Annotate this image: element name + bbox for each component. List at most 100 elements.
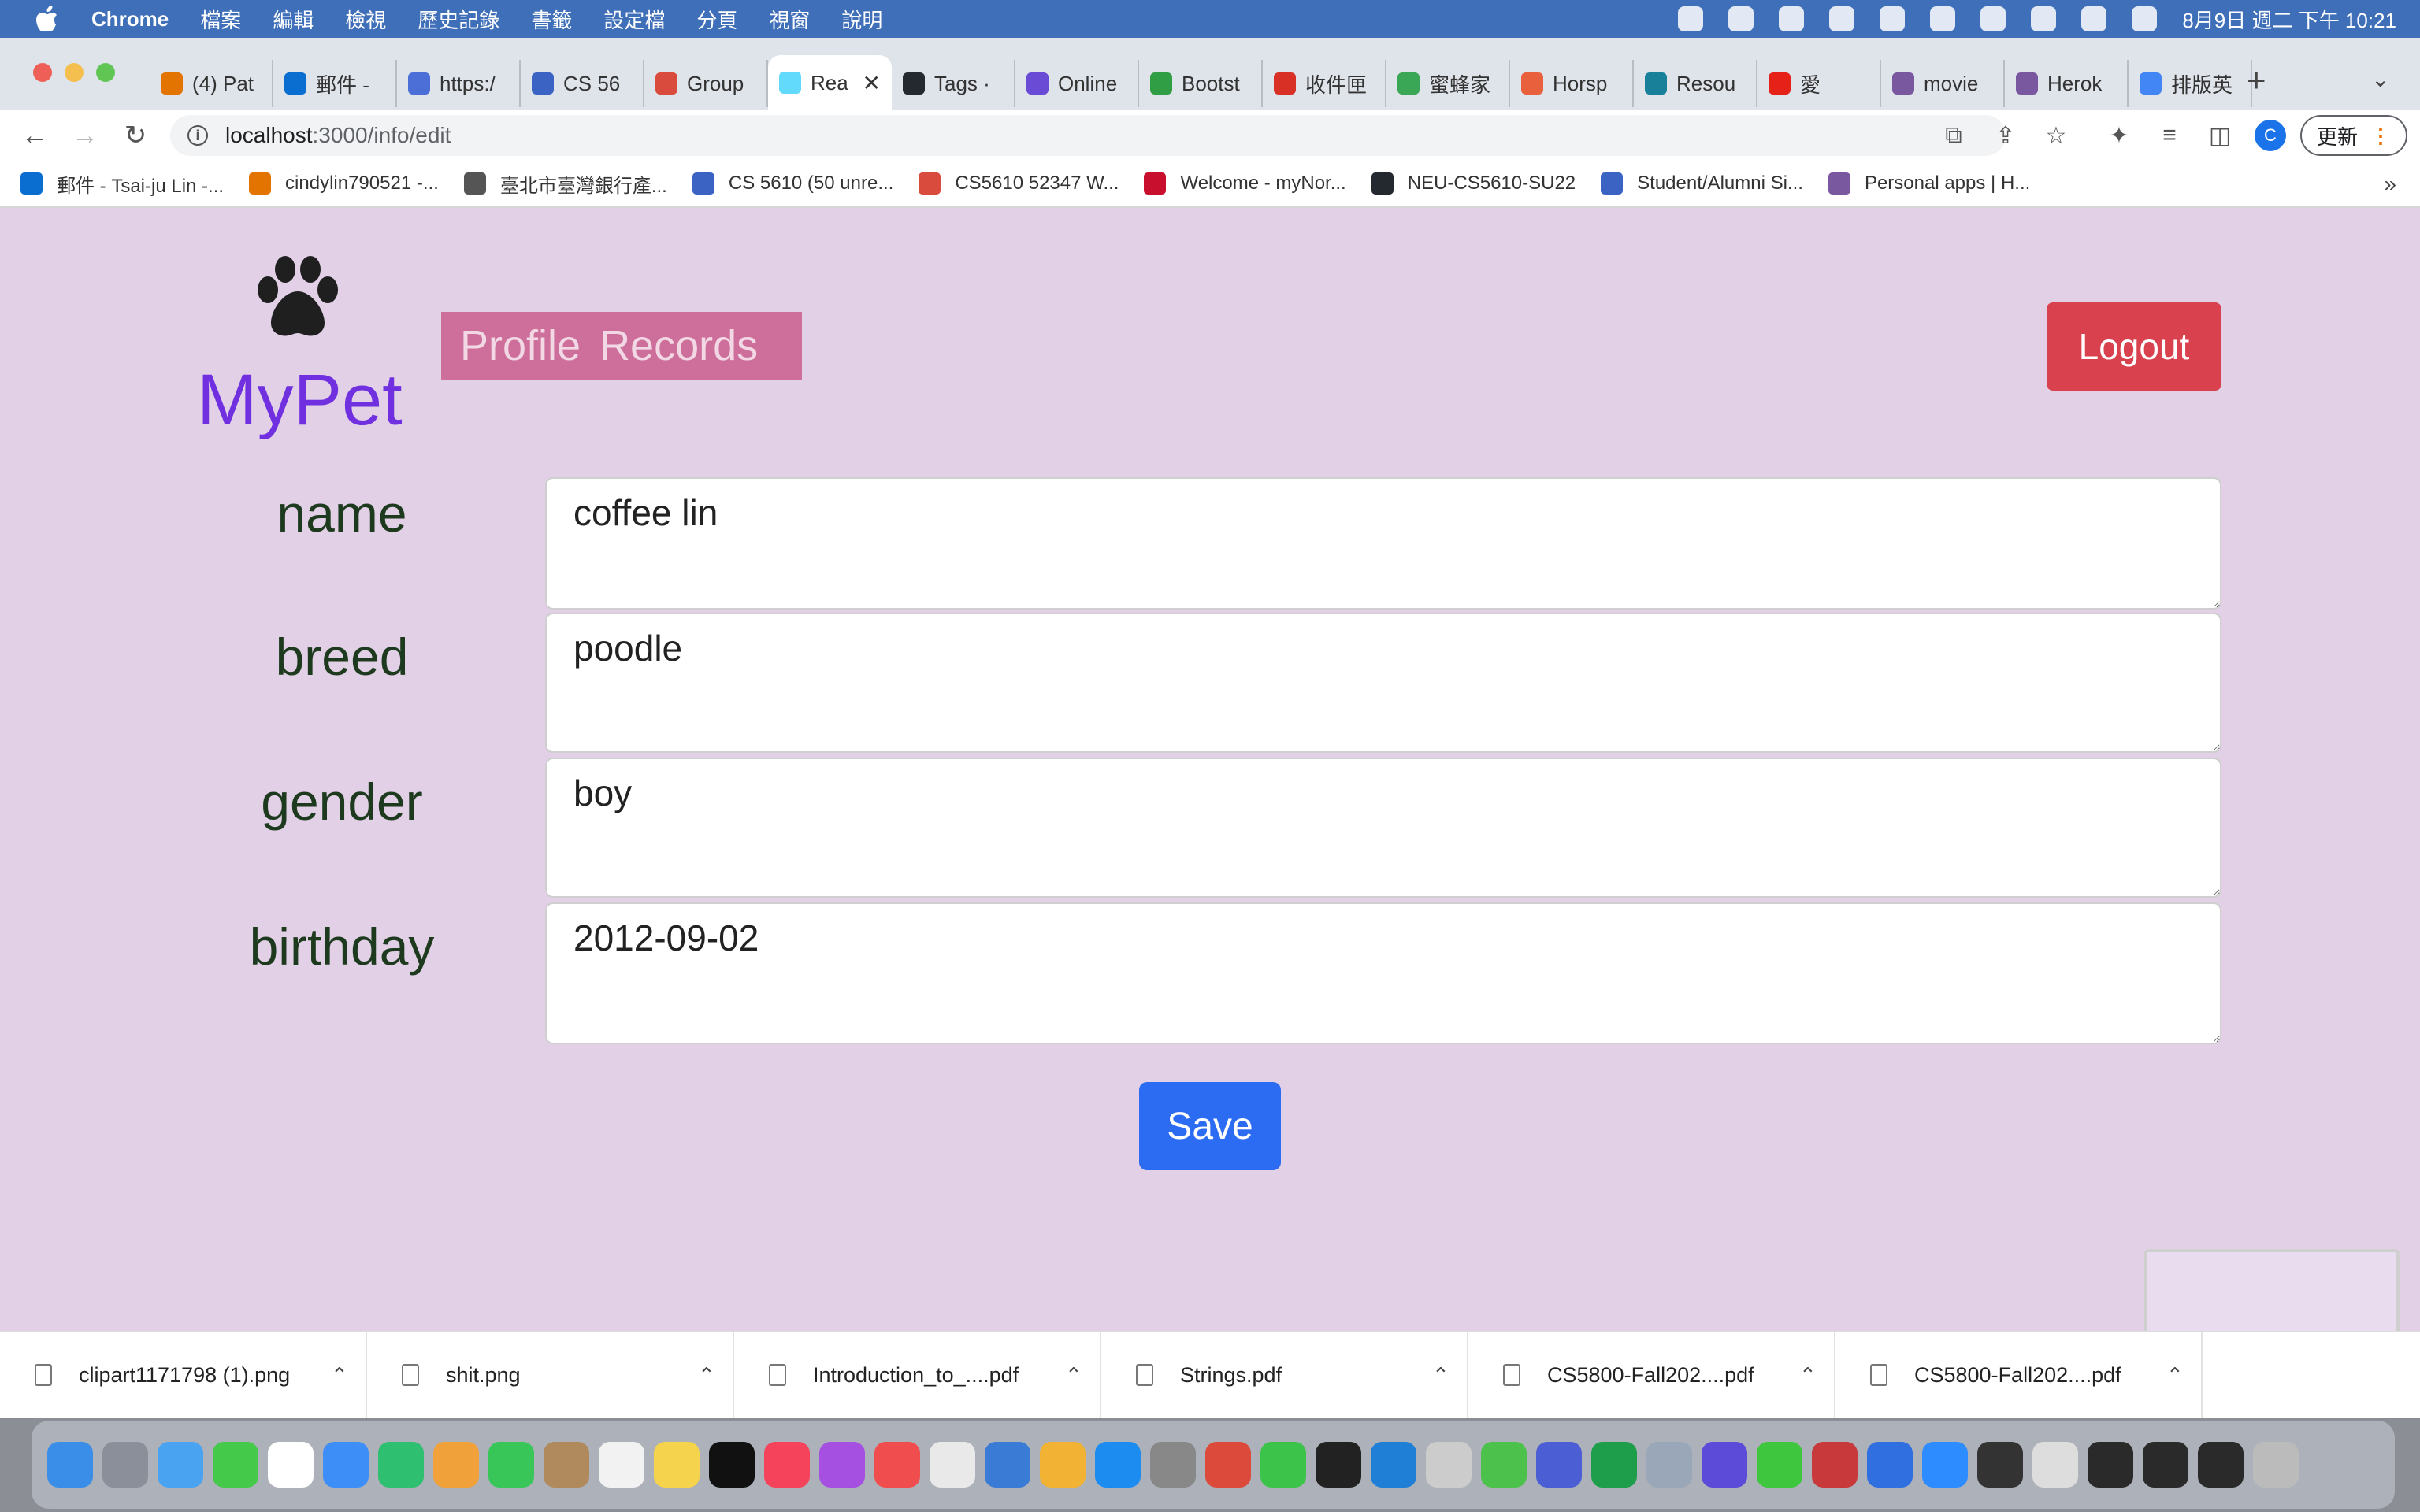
menu-view[interactable]: 檢視 <box>345 5 386 34</box>
browser-tab[interactable]: Group <box>644 60 768 107</box>
menu-file[interactable]: 檔案 <box>200 5 241 34</box>
dock-app-icon[interactable] <box>1922 1442 1968 1488</box>
profile-avatar[interactable]: C <box>2255 120 2286 151</box>
dock-app-icon[interactable] <box>1481 1442 1527 1488</box>
line-status-icon[interactable] <box>1728 6 1754 32</box>
bookmark-item[interactable]: CS 5610 (50 unre... <box>692 172 893 195</box>
wechat-status-icon[interactable] <box>1779 6 1805 32</box>
site-info-icon[interactable]: i <box>187 125 208 146</box>
dock-app-icon[interactable] <box>2088 1442 2133 1488</box>
menu-bookmarks[interactable]: 書籤 <box>531 5 572 34</box>
dock-app-icon[interactable] <box>2143 1442 2188 1488</box>
menu-tab[interactable]: 分頁 <box>696 5 737 34</box>
browser-tab[interactable]: 愛 <box>1757 60 1881 107</box>
translate-icon[interactable]: ⧉ <box>1939 121 1968 150</box>
dock-app-icon[interactable] <box>378 1442 424 1488</box>
dock-app-icon[interactable] <box>2198 1442 2244 1488</box>
dock-app-icon[interactable] <box>599 1442 644 1488</box>
apple-menu-icon[interactable] <box>32 3 63 35</box>
extensions-puzzle-icon[interactable]: ✦ <box>2105 121 2133 150</box>
nav-records-link[interactable]: Records <box>599 321 758 370</box>
wifi-icon[interactable] <box>1980 6 2006 32</box>
download-item[interactable]: Strings.pdf ⌃ <box>1101 1332 1468 1418</box>
dock-app-icon[interactable] <box>1316 1442 1361 1488</box>
dock-app-icon[interactable] <box>1757 1442 1802 1488</box>
bookmark-item[interactable]: CS5610 52347 W... <box>919 172 1119 195</box>
dock-app-icon[interactable] <box>930 1442 975 1488</box>
nav-profile-link[interactable]: Profile <box>460 321 581 370</box>
share-icon[interactable]: ⇪ <box>1991 121 2020 150</box>
dock-app-icon[interactable] <box>764 1442 810 1488</box>
spotlight-search-icon[interactable] <box>2031 6 2057 32</box>
breed-field[interactable] <box>545 613 2221 753</box>
save-button[interactable]: Save <box>1139 1082 1281 1170</box>
dock-app-icon[interactable] <box>1646 1442 1692 1488</box>
browser-tab[interactable]: Resou <box>1634 60 1757 107</box>
dock-app-icon[interactable] <box>819 1442 865 1488</box>
forward-arrow-icon[interactable]: → <box>68 118 102 153</box>
bookmark-item[interactable]: 臺北市臺灣銀行產... <box>463 170 667 198</box>
browser-tab[interactable]: CS 56 <box>521 60 644 107</box>
dock-app-icon[interactable] <box>102 1442 148 1488</box>
menu-history[interactable]: 歷史記錄 <box>418 5 499 34</box>
dock-app-icon[interactable] <box>1260 1442 1306 1488</box>
dock-app-icon[interactable] <box>1702 1442 1747 1488</box>
chevron-up-icon[interactable]: ⌃ <box>1799 1363 1817 1388</box>
browser-tab[interactable]: Rea ✕ <box>768 55 892 110</box>
dock-app-icon[interactable] <box>1977 1442 2023 1488</box>
browser-tab[interactable]: (4) Pat <box>150 60 273 107</box>
menubar-clock[interactable]: 8月9日 週二 下午 10:21 <box>2182 5 2396 34</box>
back-arrow-icon[interactable]: ← <box>17 118 52 153</box>
download-item[interactable]: clipart1171798 (1).png ⌃ <box>0 1332 367 1418</box>
window-zoom-button[interactable] <box>96 63 115 82</box>
dock-app-icon[interactable] <box>1867 1442 1913 1488</box>
update-button[interactable]: 更新 ⋮ <box>2300 115 2407 156</box>
download-item[interactable]: CS5800-Fall202....pdf ⌃ <box>1468 1332 1835 1418</box>
chevron-up-icon[interactable]: ⌃ <box>2166 1363 2184 1388</box>
play-status-icon[interactable] <box>1829 6 1855 32</box>
dock-app-icon[interactable] <box>1371 1442 1416 1488</box>
browser-tab[interactable]: Tags · <box>892 60 1015 107</box>
browser-tab[interactable]: Horsp <box>1510 60 1634 107</box>
dock-app-icon[interactable] <box>1040 1442 1086 1488</box>
window-close-button[interactable] <box>33 63 52 82</box>
dock-app-icon[interactable] <box>1812 1442 1858 1488</box>
bookmark-item[interactable]: Personal apps | H... <box>1828 172 2030 195</box>
download-item[interactable]: Introduction_to_....pdf ⌃ <box>734 1332 1101 1418</box>
browser-tab[interactable]: 蜜蜂家 <box>1386 60 1510 107</box>
chevron-up-icon[interactable]: ⌃ <box>1065 1363 1082 1388</box>
browser-tab[interactable]: Online <box>1015 60 1139 107</box>
menu-window[interactable]: 視窗 <box>769 5 810 34</box>
browser-tab[interactable]: Bootst <box>1139 60 1263 107</box>
browser-tab[interactable]: movie <box>1881 60 2005 107</box>
dock-app-icon[interactable] <box>1095 1442 1141 1488</box>
gender-field[interactable] <box>545 758 2221 898</box>
dock-app-icon[interactable] <box>268 1442 314 1488</box>
menu-help[interactable]: 說明 <box>841 5 882 34</box>
battery-icon[interactable] <box>1930 6 1956 32</box>
chevron-up-icon[interactable]: ⌃ <box>698 1363 715 1388</box>
reload-icon[interactable]: ↻ <box>118 118 153 153</box>
dock-app-icon[interactable] <box>323 1442 369 1488</box>
bookmark-item[interactable]: 郵件 - Tsai-ju Lin -... <box>20 170 224 198</box>
flag-input-icon[interactable] <box>1880 6 1906 32</box>
dock-app-icon[interactable] <box>1205 1442 1251 1488</box>
dock-app-icon[interactable] <box>985 1442 1030 1488</box>
menu-app-name[interactable]: Chrome <box>91 7 169 32</box>
name-field[interactable] <box>545 477 2221 610</box>
brand-title[interactable]: MyPet <box>197 359 403 442</box>
dock-app-icon[interactable] <box>47 1442 93 1488</box>
birthday-field[interactable] <box>545 902 2221 1044</box>
tab-search-chevron-icon[interactable]: ⌄ <box>2371 66 2389 92</box>
menu-profiles[interactable]: 設定檔 <box>603 5 665 34</box>
menu-edit[interactable]: 編輯 <box>273 5 314 34</box>
dock-app-icon[interactable] <box>1536 1442 1582 1488</box>
bookmark-item[interactable]: Student/Alumni Si... <box>1601 172 1803 195</box>
dock-app-icon[interactable] <box>874 1442 920 1488</box>
dock-app-icon[interactable] <box>433 1442 479 1488</box>
media-controls-icon[interactable]: ≡ <box>2155 121 2184 150</box>
close-tab-icon[interactable]: ✕ <box>863 70 881 96</box>
dock-app-icon[interactable] <box>2032 1442 2078 1488</box>
dock-app-icon[interactable] <box>488 1442 534 1488</box>
dock-app-icon[interactable] <box>709 1442 755 1488</box>
